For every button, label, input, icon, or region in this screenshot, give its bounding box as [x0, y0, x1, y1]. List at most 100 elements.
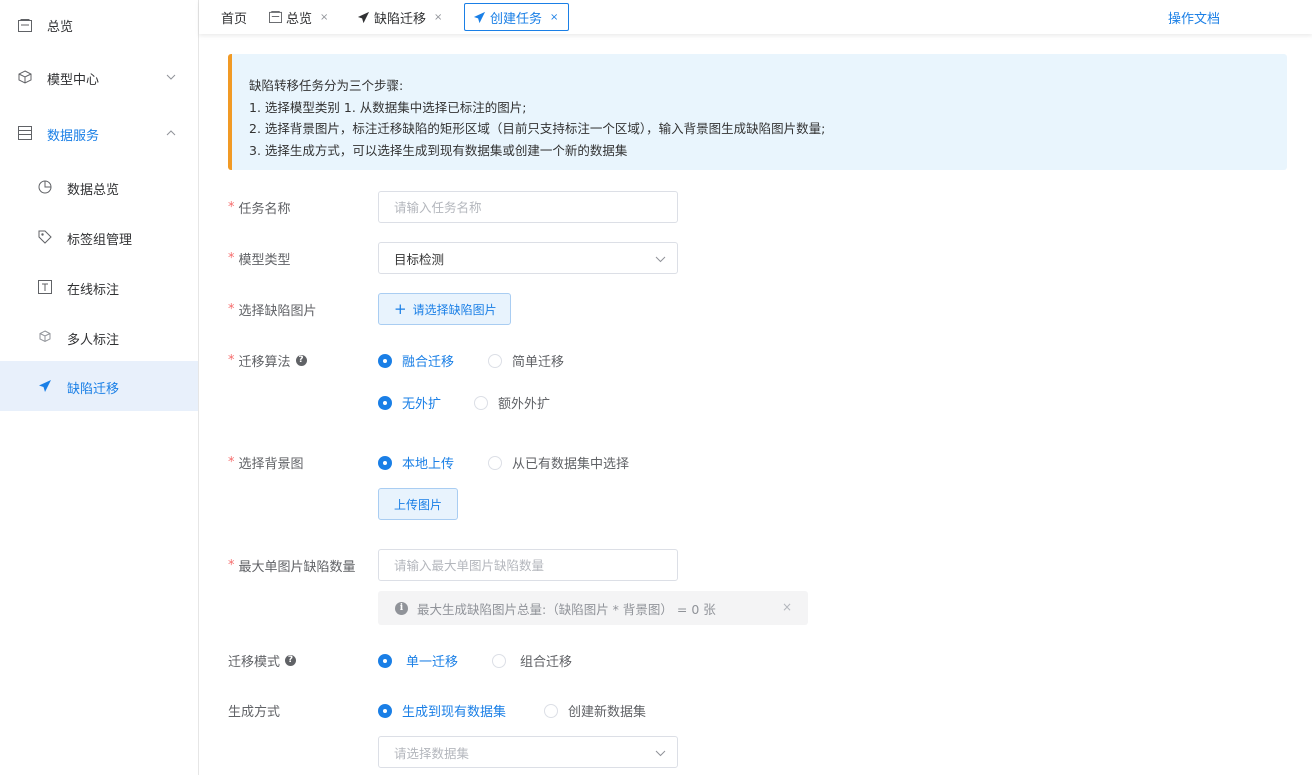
notice-line: 2. 选择背景图片，标注迁移缺陷的矩形区域（目前只支持标注一个区域），输入背景图…	[249, 121, 826, 136]
radio-label: 从已有数据集中选择	[512, 457, 630, 472]
upload-image-button[interactable]: 上传图片	[378, 488, 458, 520]
notice-line: 3. 选择生成方式，可以选择生成到现有数据集或创建一个新的数据集	[249, 142, 628, 158]
sidebar-item-label: 数据服务	[47, 129, 100, 144]
select-placeholder: 请选择数据集	[394, 745, 470, 761]
radio-label: 本地上传	[402, 457, 455, 472]
sidebar-item-model-center[interactable]: 模型中心	[0, 52, 198, 102]
task-name-field[interactable]	[378, 191, 678, 223]
label-text: 选择背景图	[238, 457, 304, 472]
radio-no-expand[interactable]: 无外扩	[378, 393, 441, 412]
sidebar-item-label: 标签组管理	[67, 233, 133, 248]
close-icon[interactable]: ×	[550, 12, 558, 23]
dataset-select[interactable]: 请选择数据集	[378, 736, 678, 768]
radio-local-upload[interactable]: 本地上传	[378, 453, 454, 472]
tab-overview[interactable]: 总览 ×	[269, 3, 328, 31]
close-icon[interactable]: ×	[320, 12, 328, 23]
sidebar-item-online-annotation[interactable]: 在线标注	[0, 262, 198, 312]
sidebar-item-data-overview[interactable]: 数据总览	[0, 162, 198, 212]
radio-single-migration[interactable]: 单一迁移	[378, 651, 458, 670]
radio-label: 简单迁移	[512, 355, 565, 370]
tabs-bar: 首页 总览 × 缺陷迁移 × 创建任务 × 操作文档	[199, 0, 1312, 34]
select-value: 目标检测	[394, 251, 445, 267]
notice-line: 缺陷转移任务分为三个步骤:	[249, 78, 404, 93]
generate-label: 生成方式	[228, 701, 280, 720]
model-type-label: * 模型类型	[228, 249, 291, 268]
radio-dot	[378, 395, 392, 410]
task-name-input[interactable]	[394, 199, 662, 215]
max-defects-input[interactable]	[394, 557, 662, 573]
radio-label: 额外外扩	[498, 397, 551, 412]
help-icon[interactable]: ?	[285, 655, 297, 666]
max-defects-field[interactable]	[378, 549, 678, 581]
required-mark: *	[228, 558, 235, 573]
sidebar-item-defect-migration[interactable]: 缺陷迁移	[0, 361, 198, 411]
mode-label: 迁移模式 ?	[228, 651, 297, 670]
background-label: * 选择背景图	[228, 453, 304, 472]
radio-extra-expand[interactable]: 额外外扩	[474, 393, 550, 412]
task-name-label: * 任务名称	[228, 198, 291, 217]
button-label: 上传图片	[394, 497, 443, 512]
chevron-down-icon	[166, 74, 176, 80]
radio-dot	[544, 703, 558, 718]
radio-new-dataset[interactable]: 创建新数据集	[544, 701, 646, 720]
required-mark: *	[228, 251, 235, 266]
required-mark: *	[228, 455, 235, 470]
chevron-down-icon	[655, 256, 666, 263]
paper-plane-icon	[357, 11, 370, 23]
tab-create-task[interactable]: 创建任务 ×	[464, 3, 570, 31]
radio-label: 融合迁移	[402, 355, 455, 370]
pie-chart-icon	[38, 180, 52, 194]
required-mark: *	[228, 353, 235, 368]
model-type-select[interactable]: 目标检测	[378, 242, 678, 274]
radio-dot	[378, 653, 392, 668]
radio-label: 无外扩	[402, 397, 442, 412]
button-label: 请选择缺陷图片	[412, 302, 497, 317]
radio-dot	[378, 455, 392, 470]
label-text: 模型类型	[238, 253, 291, 268]
tab-label: 首页	[221, 11, 248, 27]
required-mark: *	[228, 200, 235, 215]
close-icon[interactable]: ×	[782, 600, 792, 614]
radio-dot	[488, 455, 502, 470]
sidebar-item-label: 缺陷迁移	[67, 382, 120, 397]
radio-fusion-migration[interactable]: 融合迁移	[378, 351, 454, 370]
sidebar-item-overview[interactable]: 总览	[0, 0, 198, 50]
select-defect-image-button[interactable]: + 请选择缺陷图片	[378, 293, 511, 325]
tab-home[interactable]: 首页	[221, 3, 247, 31]
radio-from-dataset[interactable]: 从已有数据集中选择	[488, 453, 629, 472]
close-icon[interactable]: ×	[434, 12, 442, 23]
radio-simple-migration[interactable]: 简单迁移	[488, 351, 564, 370]
required-mark: *	[228, 302, 235, 317]
label-text: 生成方式	[228, 705, 281, 720]
label-text: 最大单图片缺陷数量	[238, 560, 356, 575]
info-text: 最大生成缺陷图片总量:（缺陷图片 * 背景图） = 0 张	[417, 601, 716, 617]
tag-icon	[38, 230, 52, 244]
sidebar-item-multi-annotation[interactable]: 多人标注	[0, 312, 198, 362]
radio-existing-dataset[interactable]: 生成到现有数据集	[378, 701, 506, 720]
radio-combined-migration[interactable]: 组合迁移	[492, 651, 572, 670]
sidebar-item-label: 数据总览	[67, 183, 120, 198]
max-defects-label: * 最大单图片缺陷数量	[228, 556, 356, 575]
radio-label: 创建新数据集	[568, 705, 647, 720]
sidebar-item-tag-group[interactable]: 标签组管理	[0, 212, 198, 262]
sidebar-item-data-service[interactable]: 数据服务	[0, 108, 198, 158]
plus-icon: +	[394, 299, 407, 318]
docs-link[interactable]: 操作文档	[1168, 8, 1220, 27]
radio-dot	[378, 703, 392, 718]
cube-icon	[18, 70, 32, 84]
radio-dot	[474, 395, 488, 410]
notice-line: 1. 选择模型类别 1. 从数据集中选择已标注的图片;	[249, 99, 527, 115]
paper-plane-icon	[473, 11, 486, 23]
help-icon[interactable]: ?	[295, 355, 307, 366]
label-text: 迁移模式	[228, 655, 281, 670]
tab-label: 缺陷迁移	[374, 11, 427, 27]
algorithm-label: * 迁移算法 ?	[228, 351, 307, 370]
info-icon: i	[395, 601, 408, 615]
label-text: 选择缺陷图片	[238, 304, 317, 319]
defect-image-label: * 选择缺陷图片	[228, 300, 317, 319]
boxes-icon	[38, 330, 52, 344]
tab-defect-migration[interactable]: 缺陷迁移 ×	[357, 3, 442, 31]
radio-label: 生成到现有数据集	[402, 705, 507, 720]
radio-dot	[492, 653, 506, 668]
radio-dot	[488, 353, 502, 368]
